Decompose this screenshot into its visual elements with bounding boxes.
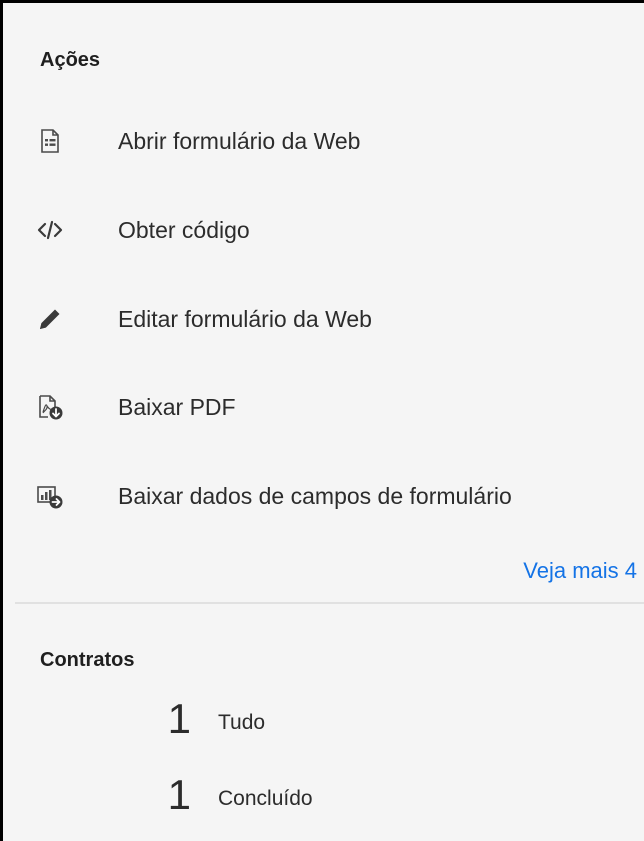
actions-panel: Ações Abrir formulário da Web Obter códi… bbox=[0, 0, 644, 841]
contracts-section-title: Contratos bbox=[40, 649, 135, 671]
section-divider bbox=[15, 602, 644, 604]
edit-web-form-label: Editar formulário da Web bbox=[118, 306, 372, 332]
pencil-icon bbox=[37, 306, 63, 332]
chart-download-icon bbox=[37, 483, 63, 509]
download-pdf-label: Baixar PDF bbox=[118, 394, 236, 420]
completed-label: Concluído bbox=[218, 787, 313, 810]
contracts-all-stat[interactable]: 1 Tudo bbox=[3, 695, 403, 751]
open-web-form-action[interactable]: Abrir formulário da Web bbox=[3, 111, 644, 171]
get-code-label: Obter código bbox=[118, 217, 250, 243]
get-code-action[interactable]: Obter código bbox=[3, 200, 644, 260]
actions-section-title: Ações bbox=[40, 49, 101, 71]
see-more-link[interactable]: Veja mais 4 bbox=[523, 558, 637, 584]
edit-web-form-action[interactable]: Editar formulário da Web bbox=[3, 289, 644, 349]
download-pdf-action[interactable]: Baixar PDF bbox=[3, 377, 644, 437]
download-form-data-label: Baixar dados de campos de formulário bbox=[118, 483, 512, 509]
form-document-icon bbox=[37, 128, 63, 154]
code-icon bbox=[37, 217, 63, 243]
open-web-form-label: Abrir formulário da Web bbox=[118, 128, 361, 154]
download-form-data-action[interactable]: Baixar dados de campos de formulário bbox=[3, 466, 644, 526]
pdf-download-icon bbox=[37, 394, 63, 420]
contracts-completed-stat[interactable]: 1 Concluído bbox=[3, 771, 403, 827]
completed-count: 1 bbox=[167, 771, 191, 818]
all-label: Tudo bbox=[218, 711, 266, 734]
all-count: 1 bbox=[167, 695, 191, 742]
